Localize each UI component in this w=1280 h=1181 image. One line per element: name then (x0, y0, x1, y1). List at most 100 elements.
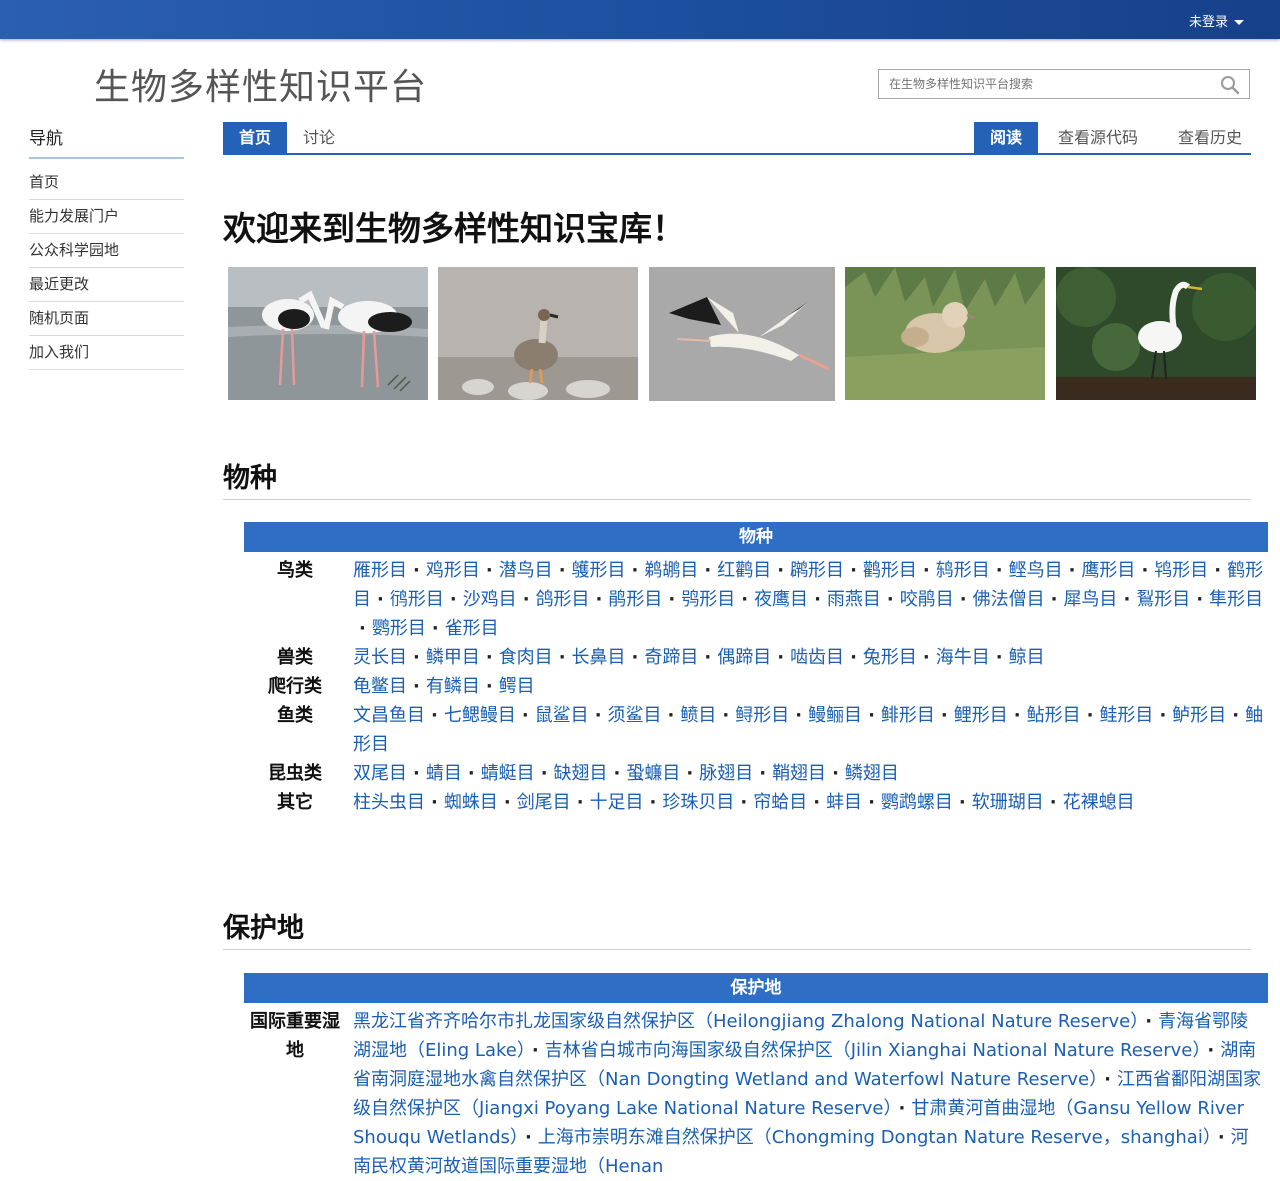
species-link[interactable]: 偶蹄目 (717, 647, 771, 668)
species-link[interactable]: 鲟形目 (735, 705, 789, 726)
species-link[interactable]: 柱头虫目 (353, 792, 425, 813)
species-link[interactable]: 夜鹰目 (754, 589, 808, 610)
species-link[interactable]: 鴷形目 (1136, 589, 1190, 610)
nav-item-join-us[interactable]: 加入我们 (29, 336, 184, 370)
species-navbox-header[interactable]: 物种 (244, 522, 1268, 552)
species-link[interactable]: 鸻形目 (390, 589, 444, 610)
species-link[interactable]: 食肉目 (499, 647, 553, 668)
separator-dot: · (1013, 705, 1021, 726)
species-link[interactable]: 潜鸟目 (499, 560, 553, 581)
species-link[interactable]: 脉翅目 (699, 763, 753, 784)
species-link[interactable]: 鹃形目 (608, 589, 662, 610)
species-link[interactable]: 鲤形目 (954, 705, 1008, 726)
species-link[interactable]: 龟鳖目 (353, 676, 407, 697)
species-link[interactable]: 鳄目 (499, 676, 535, 697)
species-link[interactable]: 鳞翅目 (845, 763, 899, 784)
species-link[interactable]: 灵长目 (353, 647, 407, 668)
tab-view-source[interactable]: 查看源代码 (1038, 122, 1158, 154)
species-link[interactable]: 鸽形目 (536, 589, 590, 610)
separator-dot: · (522, 589, 530, 610)
species-link[interactable]: 缺翅目 (554, 763, 608, 784)
species-link[interactable]: 奇蹄目 (644, 647, 698, 668)
species-link[interactable]: 鹰形目 (1081, 560, 1135, 581)
species-link[interactable]: 鹈鹕目 (644, 560, 698, 581)
nav-item-home[interactable]: 首页 (29, 166, 184, 200)
separator-dot: · (922, 560, 930, 581)
reserves-navbox-header[interactable]: 保护地 (244, 973, 1268, 1003)
species-link[interactable]: 鲣鸟目 (1009, 560, 1063, 581)
tab-view-history[interactable]: 查看历史 (1158, 122, 1250, 154)
species-link[interactable]: 鹳形目 (863, 560, 917, 581)
species-link[interactable]: 䴙形目 (790, 560, 844, 581)
species-link[interactable]: 鲸目 (1009, 647, 1045, 668)
finch-photo[interactable] (845, 267, 1045, 400)
species-link[interactable]: 佛法僧目 (973, 589, 1045, 610)
species-link[interactable]: 蜻蜓目 (481, 763, 535, 784)
species-link[interactable]: 蜻目 (426, 763, 462, 784)
species-link[interactable]: 啮齿目 (790, 647, 844, 668)
species-link[interactable]: 犀鸟目 (1063, 589, 1117, 610)
species-link[interactable]: 鲈形目 (1172, 705, 1226, 726)
species-link[interactable]: 红鹳目 (717, 560, 771, 581)
species-link[interactable]: 鸡形目 (426, 560, 480, 581)
separator-dot: · (558, 647, 566, 668)
species-link[interactable]: 蚌目 (826, 792, 862, 813)
species-link[interactable]: 兔形目 (863, 647, 917, 668)
species-link[interactable]: 雁形目 (353, 560, 407, 581)
species-link[interactable]: 鲱形目 (881, 705, 935, 726)
search-icon[interactable] (1220, 75, 1240, 95)
species-link[interactable]: 珍珠贝目 (662, 792, 734, 813)
species-link[interactable]: 鹦形目 (372, 618, 426, 639)
separator-dot: · (1104, 1069, 1111, 1090)
search-input[interactable] (887, 76, 1211, 92)
species-link[interactable]: 鸮形目 (681, 589, 735, 610)
species-link[interactable]: 鸨形目 (1154, 560, 1208, 581)
species-link[interactable]: 鹱形目 (572, 560, 626, 581)
siberian-crane-photo[interactable] (649, 267, 835, 401)
species-link[interactable]: 鼠鲨目 (535, 705, 589, 726)
reserves-link[interactable]: 黑龙江省齐齐哈尔市扎龙国家级自然保护区（Heilongjiang Zhalong… (353, 1011, 1139, 1032)
species-link[interactable]: 十足目 (590, 792, 644, 813)
nav-item-capacity-portal[interactable]: 能力发展门户 (29, 200, 184, 234)
species-link[interactable]: 花裸螅目 (1063, 792, 1135, 813)
species-link[interactable]: 隼形目 (1209, 589, 1263, 610)
nav-item-random-page[interactable]: 随机页面 (29, 302, 184, 336)
site-title[interactable]: 生物多样性知识平台 (94, 58, 427, 110)
species-link[interactable]: 海牛目 (936, 647, 990, 668)
species-link[interactable]: 文昌鱼目 (353, 705, 425, 726)
species-link[interactable]: 帘蛤目 (753, 792, 807, 813)
species-link[interactable]: 鞘翅目 (772, 763, 826, 784)
species-link[interactable]: 鹦鹉螺目 (881, 792, 953, 813)
species-link[interactable]: 蛩蠊目 (626, 763, 680, 784)
species-link[interactable]: 蜘蛛目 (444, 792, 498, 813)
species-link[interactable]: 鲑形目 (1099, 705, 1153, 726)
tab-read[interactable]: 阅读 (973, 122, 1038, 154)
species-link[interactable]: 咬鹃目 (900, 589, 954, 610)
species-link[interactable]: 鲼目 (680, 705, 716, 726)
tab-main-page[interactable]: 首页 (223, 122, 288, 154)
species-link[interactable]: 须鲨目 (608, 705, 662, 726)
reserves-link[interactable]: 吉林省白城市向海国家级自然保护区（Jilin Xianghai National… (545, 1040, 1202, 1061)
swan-goose-photo[interactable] (438, 267, 638, 400)
species-link[interactable]: 雨燕目 (827, 589, 881, 610)
species-link[interactable]: 雀形目 (445, 618, 499, 639)
tab-discussion[interactable]: 讨论 (287, 122, 351, 154)
species-link[interactable]: 剑尾目 (517, 792, 571, 813)
species-link[interactable]: 沙鸡目 (463, 589, 517, 610)
white-storks-photo[interactable] (228, 267, 428, 400)
species-link[interactable]: 七鳃鳗目 (444, 705, 516, 726)
nav-item-citizen-science[interactable]: 公众科学园地 (29, 234, 184, 268)
egret-photo[interactable] (1056, 267, 1256, 400)
species-link[interactable]: 双尾目 (353, 763, 407, 784)
species-link[interactable]: 鳞甲目 (426, 647, 480, 668)
nav-item-recent-changes[interactable]: 最近更改 (29, 268, 184, 302)
species-link[interactable]: 鳗鲡目 (808, 705, 862, 726)
species-link[interactable]: 软珊瑚目 (972, 792, 1044, 813)
separator-dot: · (940, 705, 948, 726)
reserves-link[interactable]: 上海市崇明东滩自然保护区（Chongming Dongtan Nature Re… (538, 1127, 1212, 1148)
species-link[interactable]: 长鼻目 (572, 647, 626, 668)
species-link[interactable]: 有鳞目 (426, 676, 480, 697)
login-menu[interactable]: 未登录 (1189, 11, 1244, 30)
species-link[interactable]: 鲇形目 (1027, 705, 1081, 726)
species-link[interactable]: 鸫形目 (936, 560, 990, 581)
